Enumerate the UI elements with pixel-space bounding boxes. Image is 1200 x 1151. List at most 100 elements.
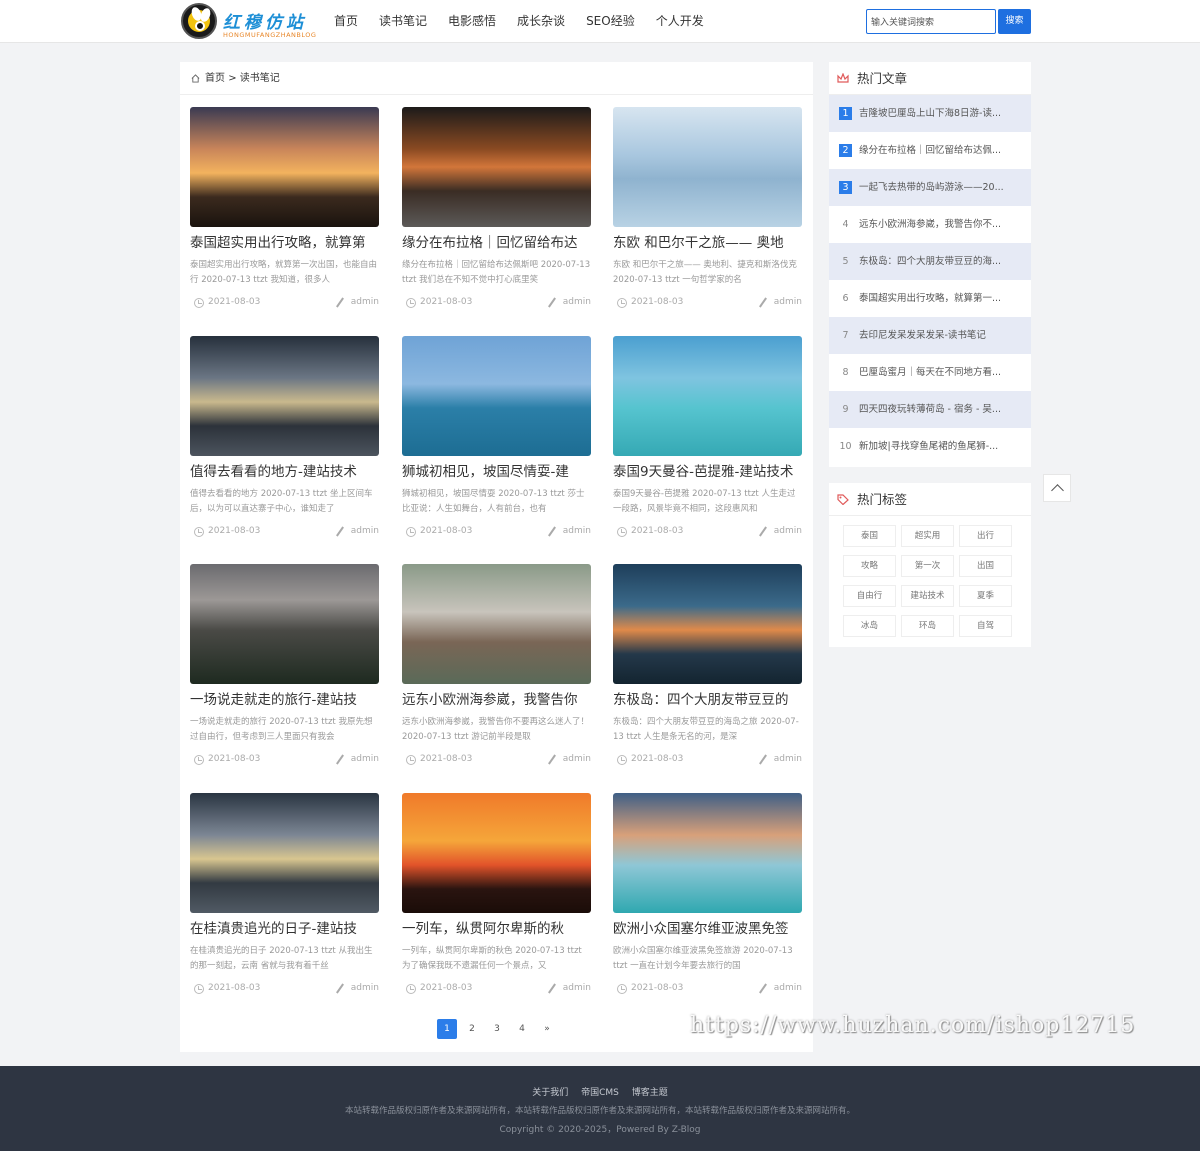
post-thumbnail[interactable]	[402, 793, 591, 913]
post-thumbnail[interactable]	[190, 564, 379, 684]
post-title[interactable]: 一列车，纵贯阿尔卑斯的秋	[402, 917, 591, 939]
post-thumbnail[interactable]	[613, 336, 802, 456]
hot-article-item[interactable]: 2 缘分在布拉格｜回忆留给布达佩...	[829, 132, 1031, 169]
post-author-text: admin	[773, 526, 802, 536]
post-author[interactable]: admin	[335, 983, 379, 994]
page-2[interactable]: 2	[462, 1019, 482, 1039]
post-title[interactable]: 东欧 和巴尔干之旅—— 奥地	[613, 231, 802, 253]
post-author[interactable]: admin	[335, 526, 379, 537]
tag-chip[interactable]: 自由行	[843, 585, 896, 607]
page-4[interactable]: 4	[512, 1019, 532, 1039]
search-button[interactable]: 搜索	[998, 9, 1031, 34]
post-author[interactable]: admin	[547, 983, 591, 994]
post-card[interactable]: 东欧 和巴尔干之旅—— 奥地 东欧 和巴尔干之旅—— 奥地利、捷克和斯洛伐克 20…	[613, 107, 802, 322]
pen-icon	[547, 526, 556, 537]
nav-home[interactable]: 首页	[334, 0, 358, 43]
tag-chip[interactable]: 建站技术	[901, 585, 954, 607]
tag-chip[interactable]: 自驾	[959, 615, 1012, 637]
nav-seo[interactable]: SEO经验	[586, 0, 635, 43]
hot-article-item[interactable]: 10 新加坡|寻找穿鱼尾裙的鱼尾狮-...	[829, 428, 1031, 465]
post-card[interactable]: 远东小欧洲海参崴，我警告你 远东小欧洲海参崴，我警告你不要再这么迷人了！ 2020…	[402, 564, 591, 779]
post-card[interactable]: 东极岛：四个大朋友带豆豆的 东极岛：四个大朋友带豆豆的海岛之旅 2020-07-1…	[613, 564, 802, 779]
hot-article-item[interactable]: 5 东极岛：四个大朋友带豆豆的海...	[829, 243, 1031, 280]
hot-article-title: 泰国超实用出行攻略，就算第一...	[859, 293, 1002, 304]
footer-link-theme[interactable]: 博客主题	[632, 1088, 668, 1098]
post-thumbnail[interactable]	[402, 564, 591, 684]
post-thumbnail[interactable]	[613, 107, 802, 227]
hot-article-item[interactable]: 3 一起飞去热带的岛屿游泳——20...	[829, 169, 1031, 206]
post-card[interactable]: 一列车，纵贯阿尔卑斯的秋 一列车，纵贯阿尔卑斯的秋色 2020-07-13 ttz…	[402, 793, 591, 1008]
post-author[interactable]: admin	[758, 983, 802, 994]
post-author[interactable]: admin	[758, 526, 802, 537]
tag-chip[interactable]: 攻略	[843, 555, 896, 577]
post-date: 2021-08-03	[617, 983, 683, 994]
post-card[interactable]: 泰国9天曼谷-芭提雅-建站技术 泰国9天曼谷-芭提雅 2020-07-13 ttz…	[613, 336, 802, 551]
page-3[interactable]: 3	[487, 1019, 507, 1039]
post-date-text: 2021-08-03	[208, 754, 261, 764]
post-thumbnail[interactable]	[190, 793, 379, 913]
tag-chip[interactable]: 夏季	[959, 585, 1012, 607]
nav-movie-thoughts[interactable]: 电影感悟	[448, 0, 496, 43]
next-page[interactable]: »	[537, 1019, 557, 1039]
back-to-top-button[interactable]	[1043, 474, 1071, 502]
post-title[interactable]: 在桂滇贵追光的日子-建站技	[190, 917, 379, 939]
hot-article-item[interactable]: 6 泰国超实用出行攻略，就算第一...	[829, 280, 1031, 317]
post-thumbnail[interactable]	[402, 336, 591, 456]
hot-article-item[interactable]: 7 去印尼发呆发呆发呆-读书笔记	[829, 317, 1031, 354]
post-title[interactable]: 泰国9天曼谷-芭提雅-建站技术	[613, 460, 802, 482]
post-title[interactable]: 缘分在布拉格｜回忆留给布达	[402, 231, 591, 253]
hot-articles-header: 热门文章	[829, 62, 1031, 95]
tag-chip[interactable]: 出国	[959, 555, 1012, 577]
site-logo[interactable]: 红穆仿站 HONGMUFANGZHANBLOG	[181, 3, 321, 41]
footer-link-about[interactable]: 关于我们	[532, 1088, 568, 1098]
post-thumbnail[interactable]	[613, 793, 802, 913]
tag-chip[interactable]: 超实用	[901, 525, 954, 547]
nav-reading-notes[interactable]: 读书笔记	[379, 0, 427, 43]
clock-icon	[194, 527, 204, 537]
tag-chip[interactable]: 第一次	[901, 555, 954, 577]
post-title[interactable]: 欧洲小众国塞尔维亚波黑免签	[613, 917, 802, 939]
tag-chip[interactable]: 出行	[959, 525, 1012, 547]
nav-personal-dev[interactable]: 个人开发	[656, 0, 704, 43]
post-title[interactable]: 一场说走就走的旅行-建站技	[190, 688, 379, 710]
post-author[interactable]: admin	[335, 754, 379, 765]
post-title[interactable]: 狮城初相见，坡国尽情耍-建	[402, 460, 591, 482]
post-author[interactable]: admin	[758, 754, 802, 765]
post-title[interactable]: 值得去看看的地方-建站技术	[190, 460, 379, 482]
post-author[interactable]: admin	[547, 754, 591, 765]
tag-chip[interactable]: 环岛	[901, 615, 954, 637]
post-author[interactable]: admin	[335, 297, 379, 308]
tag-chip[interactable]: 泰国	[843, 525, 896, 547]
post-thumbnail[interactable]	[190, 336, 379, 456]
post-card[interactable]: 狮城初相见，坡国尽情耍-建 狮城初相见，坡国尽情耍 2020-07-13 ttzt…	[402, 336, 591, 551]
post-title[interactable]: 远东小欧洲海参崴，我警告你	[402, 688, 591, 710]
nav-growth-talk[interactable]: 成长杂谈	[517, 0, 565, 43]
post-thumbnail[interactable]	[190, 107, 379, 227]
post-author[interactable]: admin	[547, 297, 591, 308]
tag-chip[interactable]: 冰岛	[843, 615, 896, 637]
rank-number: 7	[842, 330, 849, 341]
post-title[interactable]: 东极岛：四个大朋友带豆豆的	[613, 688, 802, 710]
post-card[interactable]: 缘分在布拉格｜回忆留给布达 缘分在布拉格｜回忆留给布达佩斯吧 2020-07-13…	[402, 107, 591, 322]
post-card[interactable]: 在桂滇贵追光的日子-建站技 在桂滇贵追光的日子 2020-07-13 ttzt 从…	[190, 793, 379, 1008]
footer-link-cms[interactable]: 帝国CMS	[581, 1088, 619, 1098]
post-card[interactable]: 一场说走就走的旅行-建站技 一场说走就走的旅行 2020-07-13 ttzt 我…	[190, 564, 379, 779]
post-thumbnail[interactable]	[613, 564, 802, 684]
post-author[interactable]: admin	[758, 297, 802, 308]
post-title[interactable]: 泰国超实用出行攻略，就算第	[190, 231, 379, 253]
post-card[interactable]: 欧洲小众国塞尔维亚波黑免签 欧洲小众国塞尔维亚波黑免签旅游 2020-07-13 …	[613, 793, 802, 1008]
search-input[interactable]	[871, 11, 995, 35]
hot-article-item[interactable]: 4 远东小欧洲海参崴，我警告你不...	[829, 206, 1031, 243]
breadcrumb-current[interactable]: 读书笔记	[240, 73, 280, 84]
post-author[interactable]: admin	[547, 526, 591, 537]
post-card[interactable]: 值得去看看的地方-建站技术 值得去看看的地方 2020-07-13 ttzt 坐上…	[190, 336, 379, 551]
post-thumbnail[interactable]	[402, 107, 591, 227]
page-1[interactable]: 1	[437, 1019, 457, 1039]
breadcrumb-home[interactable]: 首页	[205, 73, 225, 84]
hot-article-item[interactable]: 8 巴厘岛蜜月｜每天在不同地方看...	[829, 354, 1031, 391]
post-author-text: admin	[562, 754, 591, 764]
post-card[interactable]: 泰国超实用出行攻略，就算第 泰国超实用出行攻略，就算第一次出国，也能自由行 202…	[190, 107, 379, 322]
hot-article-item[interactable]: 1 吉隆坡巴厘岛上山下海8日游-读...	[829, 95, 1031, 132]
post-excerpt: 东极岛：四个大朋友带豆豆的海岛之旅 2020-07-13 ttzt 人生是条无名…	[613, 717, 799, 742]
hot-article-item[interactable]: 9 四天四夜玩转薄荷岛 - 宿务 - 吴...	[829, 391, 1031, 428]
